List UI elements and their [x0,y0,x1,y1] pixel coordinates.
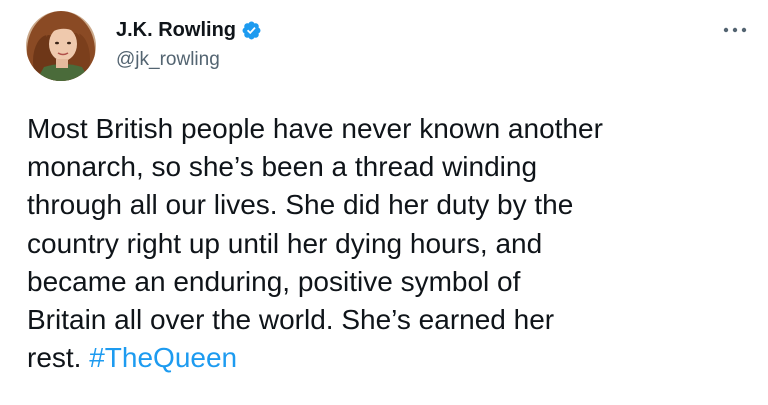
more-horizontal-icon [723,27,747,33]
more-options-button[interactable] [719,14,751,46]
tweet-text-last-line: rest. #TheQueen [27,339,757,377]
tweet-text-line: monarch, so she’s been a thread winding [27,151,538,183]
avatar[interactable] [26,11,96,81]
tweet-text-line: through all our lives. She did her duty … [27,189,574,221]
tweet-text-line: became an enduring, positive symbol of [27,265,521,297]
tweet-text-line: country right up until her dying hours, … [27,227,543,259]
tweet-text-line: Britain all over the world. She’s earned… [27,304,555,336]
author-handle[interactable]: @jk_rowling [116,49,220,71]
tweet-text-fragment: rest. [27,342,90,374]
author-name-row: J.K. Rowling [116,17,262,43]
avatar-photo [26,11,96,81]
tweet-text-line: Most British people have never known ano… [27,113,603,144]
tweet-card: J.K. Rowling @jk_rowling Most British pe… [0,0,768,405]
verified-badge-icon [241,20,262,41]
hashtag-link[interactable]: #TheQueen [89,342,237,373]
tweet-text: Most British people have never known ano… [27,110,757,377]
author-display-name[interactable]: J.K. Rowling [116,19,236,42]
